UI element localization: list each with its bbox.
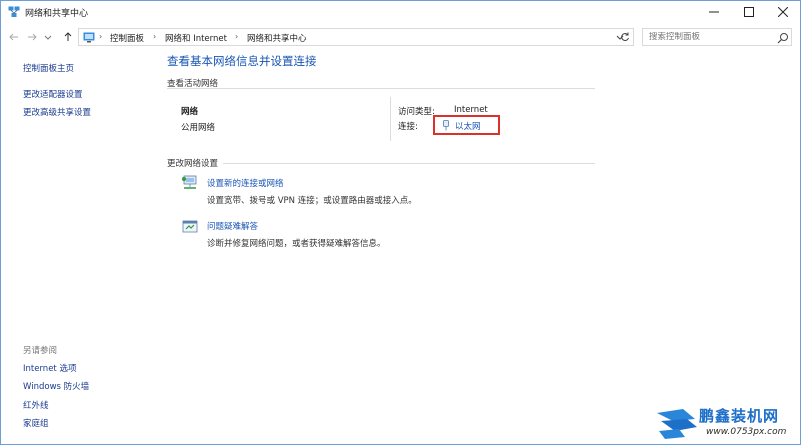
site-watermark: 鹏鑫装机网 www.0753px.com (655, 403, 800, 443)
breadcrumb-network-internet[interactable]: 网络和 Internet (165, 32, 227, 44)
minimize-button[interactable] (697, 1, 731, 23)
up-button[interactable] (61, 30, 75, 44)
section-divider (223, 163, 595, 164)
see-also-infrared[interactable]: 红外线 (23, 399, 49, 411)
address-bar[interactable]: › 控制面板 › 网络和 Internet › 网络和共享中心 (78, 28, 634, 46)
troubleshoot-icon (182, 220, 198, 233)
arrow-left-icon (9, 33, 18, 41)
window: 网络和共享中心 › 控制面板 › 网络和 Internet › 网络和共享中心 … (0, 0, 801, 445)
sidebar-item-adapter-settings[interactable]: 更改适配器设置 (23, 88, 83, 100)
breadcrumb-separator: › (99, 32, 103, 41)
maximize-icon (744, 7, 754, 17)
navigation-bar: › 控制面板 › 网络和 Internet › 网络和共享中心 (1, 25, 800, 49)
see-also-windows-firewall[interactable]: Windows 防火墙 (23, 380, 89, 392)
breadcrumb-sharing-center[interactable]: 网络和共享中心 (247, 32, 307, 44)
access-type-label: 访问类型: (398, 107, 435, 117)
search-box (642, 28, 792, 46)
vertical-divider (390, 97, 391, 141)
connection-highlight: 以太网 (433, 115, 500, 135)
breadcrumb-control-panel[interactable]: 控制面板 (110, 32, 144, 44)
section-divider (167, 88, 595, 89)
ethernet-icon (443, 120, 449, 131)
window-title: 网络和共享中心 (25, 9, 89, 19)
ethernet-connection-link[interactable]: 以太网 (455, 120, 481, 132)
watermark-text: 鹏鑫装机网 (699, 407, 780, 425)
breadcrumb-separator: › (153, 32, 157, 41)
close-icon (778, 7, 788, 17)
refresh-button[interactable] (616, 28, 634, 46)
troubleshoot-description: 诊断并修复网络问题，或者获得疑难解答信息。 (207, 239, 386, 249)
back-button[interactable] (7, 30, 21, 44)
refresh-icon (620, 32, 629, 42)
change-settings-heading: 更改网络设置 (167, 159, 219, 169)
control-panel-icon (83, 32, 95, 43)
sidebar-item-control-panel-home[interactable]: 控制面板主页 (23, 62, 74, 74)
see-also-heading: 另请参阅 (23, 346, 58, 356)
minimize-icon (709, 11, 719, 13)
setup-connection-link[interactable]: 设置新的连接或网络 (207, 177, 284, 189)
recent-locations-button[interactable] (43, 30, 53, 44)
breadcrumb-separator: › (235, 32, 239, 41)
close-button[interactable] (766, 1, 800, 23)
page-title: 查看基本网络信息并设置连接 (167, 54, 317, 68)
access-type-value: Internet (454, 105, 488, 115)
troubleshoot-link[interactable]: 问题疑难解答 (207, 220, 258, 232)
arrow-up-icon (64, 32, 72, 41)
new-connection-icon (182, 175, 197, 189)
connections-label: 连接: (398, 122, 418, 132)
maximize-button[interactable] (732, 1, 766, 23)
network-center-icon (8, 6, 20, 17)
arrow-right-icon (28, 33, 37, 41)
search-icon[interactable] (777, 32, 789, 44)
see-also-homegroup[interactable]: 家庭组 (23, 417, 49, 429)
network-type: 公用网络 (181, 123, 216, 133)
title-bar: 网络和共享中心 (1, 1, 800, 23)
chevron-down-icon (44, 35, 52, 40)
watermark-logo-icon (657, 409, 697, 439)
setup-connection-description: 设置宽带、拨号或 VPN 连接；或设置路由器或接入点。 (207, 196, 417, 206)
search-input[interactable] (649, 32, 769, 42)
network-name: 网络 (181, 107, 199, 117)
watermark-url: www.0753px.com (706, 427, 787, 437)
see-also-internet-options[interactable]: Internet 选项 (23, 362, 76, 374)
sidebar-item-advanced-sharing[interactable]: 更改高级共享设置 (23, 106, 91, 118)
forward-button[interactable] (25, 30, 39, 44)
